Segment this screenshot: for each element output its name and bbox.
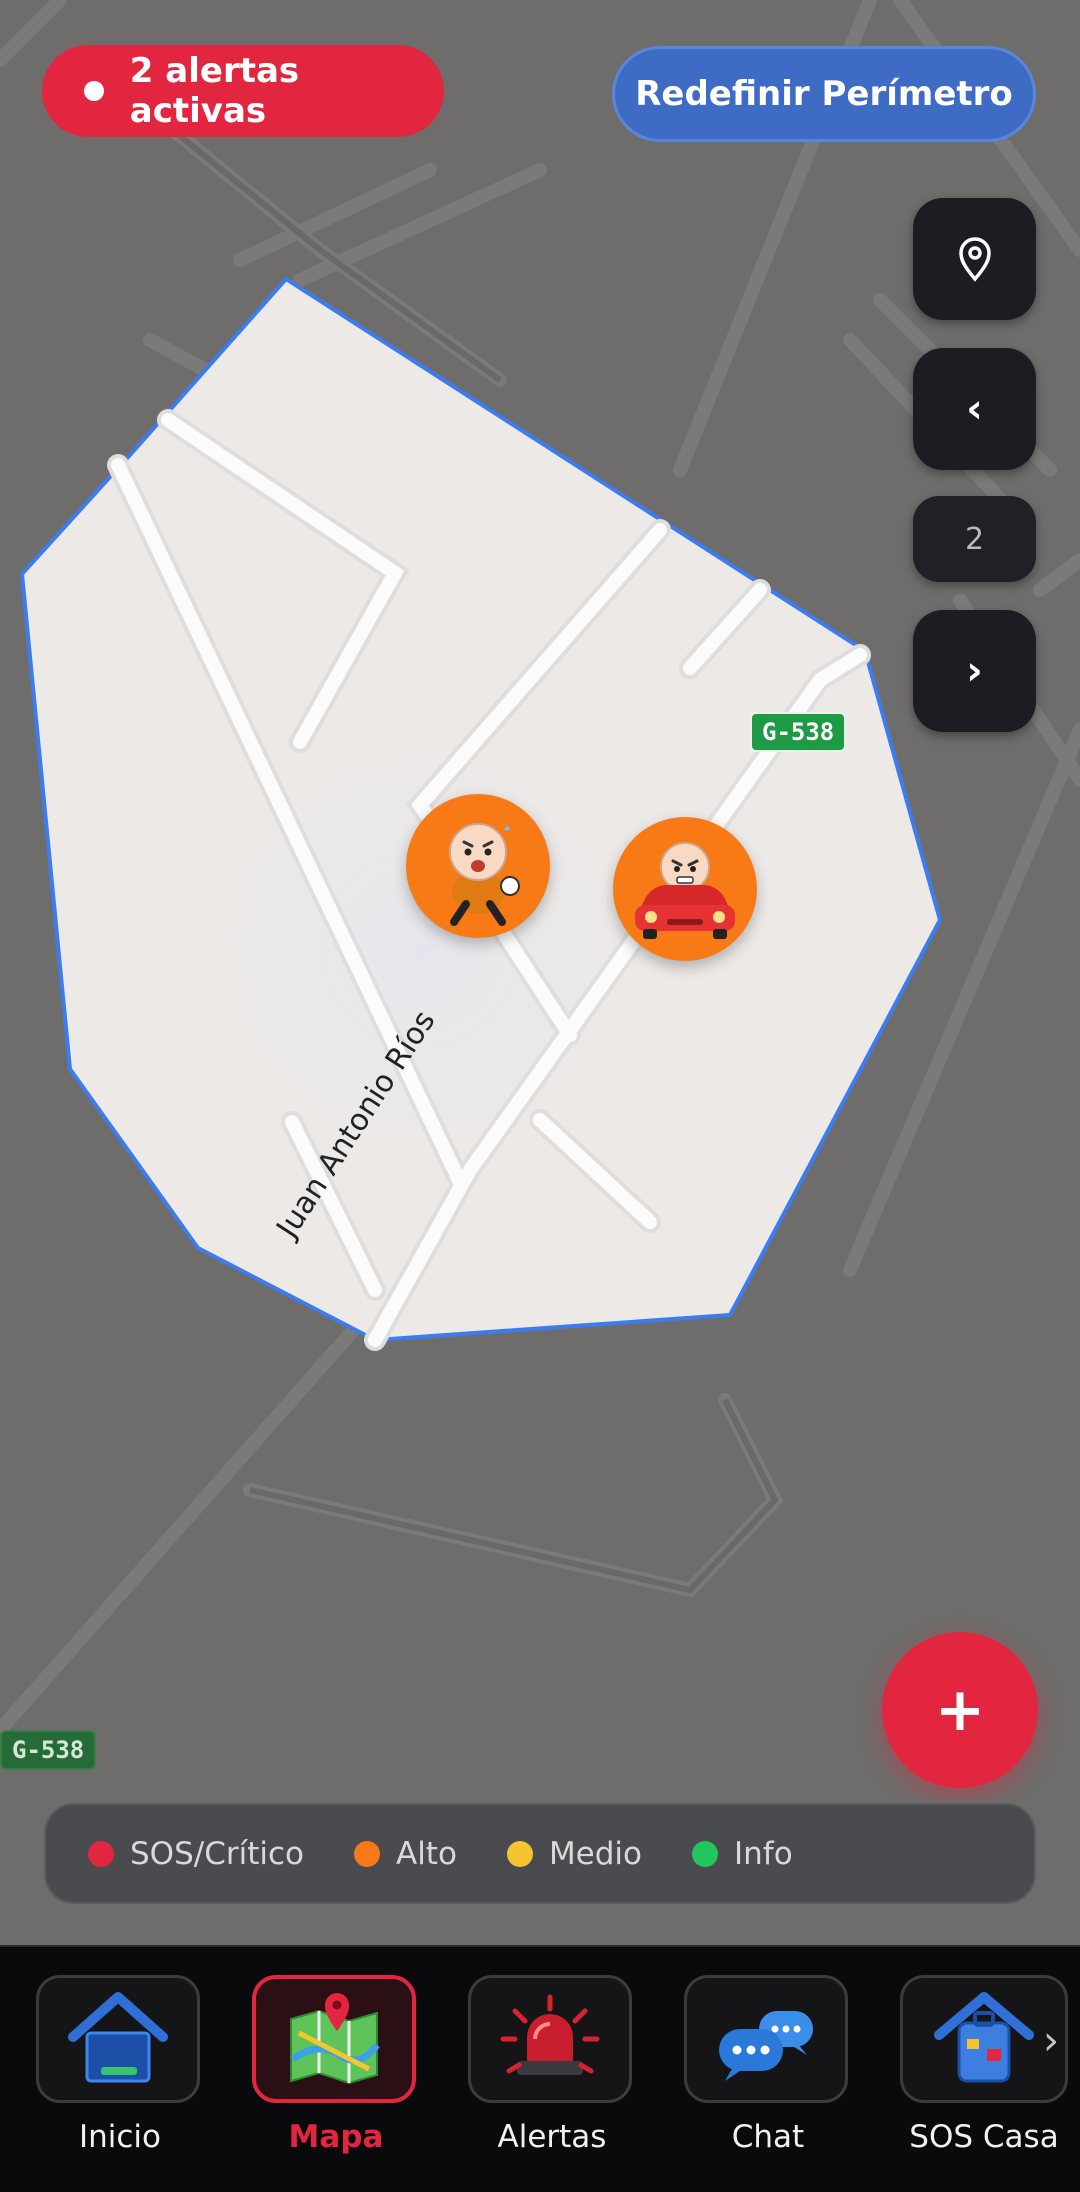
nav-label: Chat	[731, 2119, 805, 2155]
locate-button[interactable]	[913, 198, 1036, 320]
road-label-g538-bottom: G-538	[0, 1730, 97, 1770]
yellow-dot-icon	[506, 1840, 533, 1867]
green-dot-icon	[692, 1840, 719, 1867]
road-label-g538: G-538	[750, 712, 847, 752]
severity-legend: SOS/Crítico Alto Medio Info	[44, 1803, 1036, 1904]
nav-item-inicio[interactable]: Inicio	[36, 1975, 204, 2155]
redefine-perimeter-button[interactable]: Redefinir Perímetro	[612, 46, 1036, 142]
page-indicator: 2	[913, 496, 1036, 582]
red-dot-icon	[88, 1840, 114, 1867]
legend-label: Info	[734, 1835, 793, 1872]
orange-dot-icon	[353, 1840, 380, 1867]
active-alerts-pill[interactable]: 2 alertas activas	[42, 45, 444, 137]
nav-icon-box: ›	[900, 1975, 1068, 2103]
nav-item-chat[interactable]: Chat	[684, 1975, 852, 2155]
legend-label: SOS/Crítico	[130, 1835, 304, 1872]
legend-item-alto: Alto	[353, 1835, 457, 1872]
nav-label: SOS Casa	[909, 2119, 1059, 2155]
nav-label: Mapa	[288, 2119, 384, 2155]
chevron-right-icon: ›	[966, 648, 983, 694]
chat-icon	[719, 2011, 813, 2081]
bottom-navigation: Inicio Mapa Alertas Chat › SOS Casa	[0, 1945, 1080, 2192]
legend-item-medio: Medio	[506, 1835, 643, 1872]
nav-item-mapa[interactable]: Mapa	[252, 1975, 420, 2155]
nav-icon-box	[36, 1975, 200, 2103]
alert-dot-icon	[84, 81, 104, 101]
nav-icon-box	[252, 1975, 416, 2103]
location-pin-icon	[958, 237, 991, 282]
legend-item-sos: SOS/Crítico	[88, 1836, 304, 1872]
chevron-left-icon: ‹	[966, 386, 983, 432]
add-alert-button[interactable]: +	[882, 1632, 1038, 1788]
nav-icon-box	[468, 1975, 632, 2103]
legend-label: Medio	[548, 1835, 643, 1872]
alert-marker-car[interactable]	[613, 817, 757, 961]
prev-page-button[interactable]: ‹	[913, 348, 1036, 470]
scared-person-icon	[449, 823, 520, 926]
nav-item-alertas[interactable]: Alertas	[468, 1975, 636, 2155]
nav-label: Inicio	[78, 2119, 162, 2155]
active-alerts-label: 2 alertas activas	[129, 51, 300, 131]
angry-driver-car-icon	[635, 842, 735, 939]
legend-item-info: Info	[692, 1836, 793, 1872]
home-icon	[68, 1992, 168, 2083]
next-page-button[interactable]: ›	[913, 610, 1036, 732]
alert-marker-person[interactable]	[406, 794, 550, 938]
nav-more-chevron-icon[interactable]: ›	[1043, 2018, 1059, 2064]
nav-item-sos-casa[interactable]: › SOS Casa	[900, 1975, 1068, 2155]
luggage-icon	[934, 1992, 1034, 2083]
siren-icon	[500, 1994, 600, 2075]
nav-label: Alertas	[497, 2119, 607, 2155]
map-icon	[290, 1993, 380, 2085]
nav-icon-box	[684, 1975, 848, 2103]
legend-label: Alto	[395, 1835, 457, 1872]
